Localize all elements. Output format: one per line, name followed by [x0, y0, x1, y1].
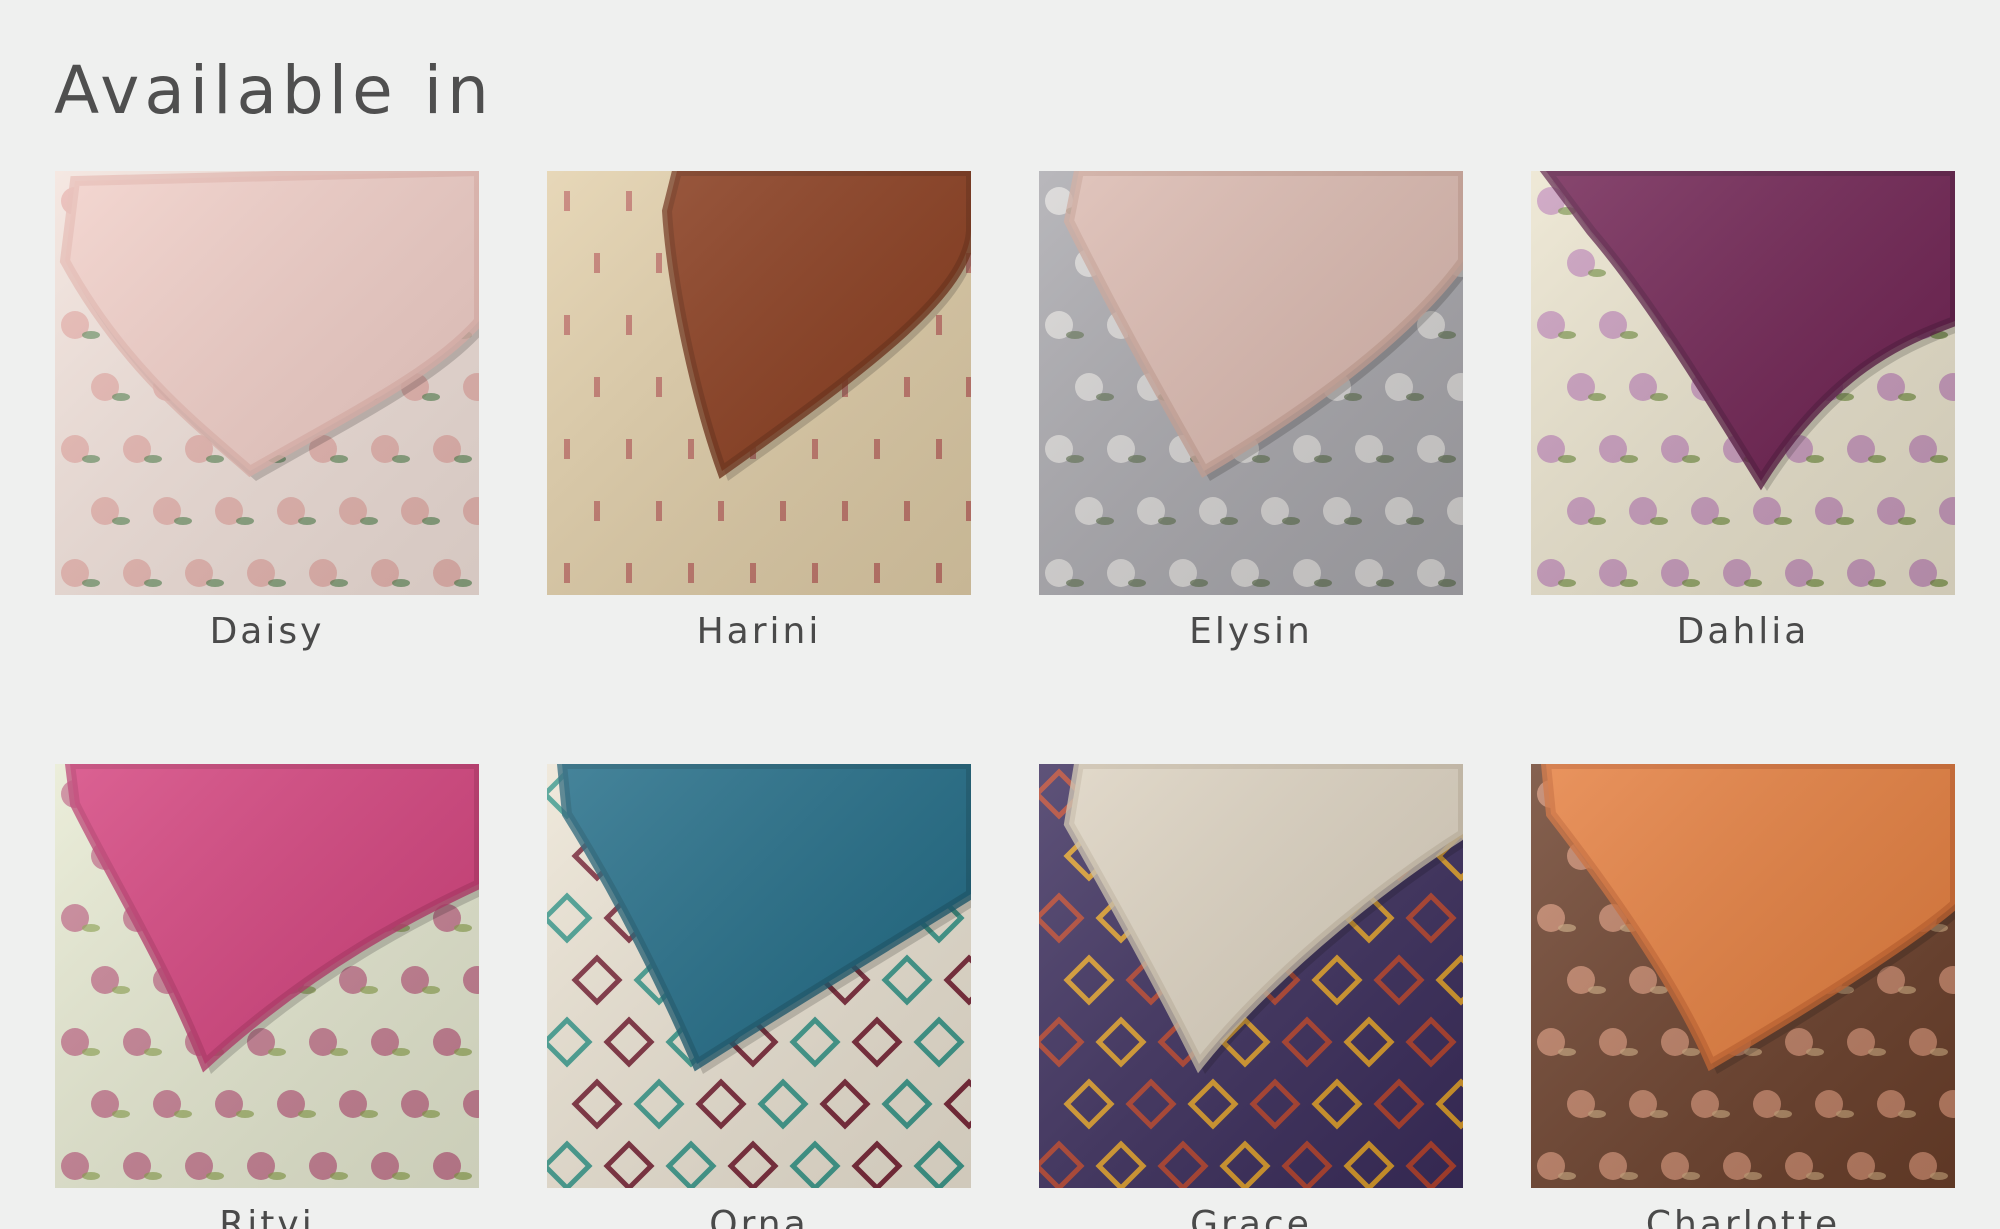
variant-label: Dahlia — [1676, 611, 1810, 652]
variant-card[interactable]: Harini — [547, 171, 971, 657]
variant-label: Elysin — [1189, 611, 1313, 652]
rose-swatch-icon — [1531, 764, 1955, 1188]
rose-swatch-icon[interactable] — [1531, 764, 1955, 1188]
variant-card[interactable]: Charlotte — [1531, 764, 1955, 1229]
aztec-swatch-icon — [1039, 764, 1463, 1188]
variant-label: Ritvi — [219, 1204, 315, 1229]
peacock-swatch-icon — [55, 764, 479, 1188]
aztec-swatch-icon[interactable] — [1039, 764, 1463, 1188]
page-title: Available in — [54, 52, 494, 129]
variant-card[interactable]: Elysin — [1039, 171, 1463, 657]
blossom-swatch-icon — [1039, 171, 1463, 595]
lily-swatch-icon[interactable] — [1531, 171, 1955, 595]
variant-card[interactable]: Orna — [547, 764, 971, 1229]
ethnic-swatch-icon — [547, 171, 971, 595]
variant-label: Orna — [709, 1204, 809, 1229]
variant-label: Daisy — [209, 611, 325, 652]
variant-grid: Daisy Harini Elysin Dahlia Ritvi Orna Gr… — [55, 171, 1955, 1229]
variant-card[interactable]: Dahlia — [1531, 171, 1955, 657]
variant-card[interactable]: Ritvi — [55, 764, 479, 1229]
geometric-swatch-icon — [547, 764, 971, 1188]
geometric-swatch-icon[interactable] — [547, 764, 971, 1188]
variant-card[interactable]: Daisy — [55, 171, 479, 657]
floral-swatch-icon — [55, 171, 479, 595]
peacock-swatch-icon[interactable] — [55, 764, 479, 1188]
ethnic-swatch-icon[interactable] — [547, 171, 971, 595]
variant-label: Harini — [696, 611, 822, 652]
variant-label: Grace — [1190, 1204, 1312, 1229]
variant-label: Charlotte — [1645, 1204, 1841, 1229]
lily-swatch-icon — [1531, 171, 1955, 595]
blossom-swatch-icon[interactable] — [1039, 171, 1463, 595]
variant-card[interactable]: Grace — [1039, 764, 1463, 1229]
floral-swatch-icon[interactable] — [55, 171, 479, 595]
